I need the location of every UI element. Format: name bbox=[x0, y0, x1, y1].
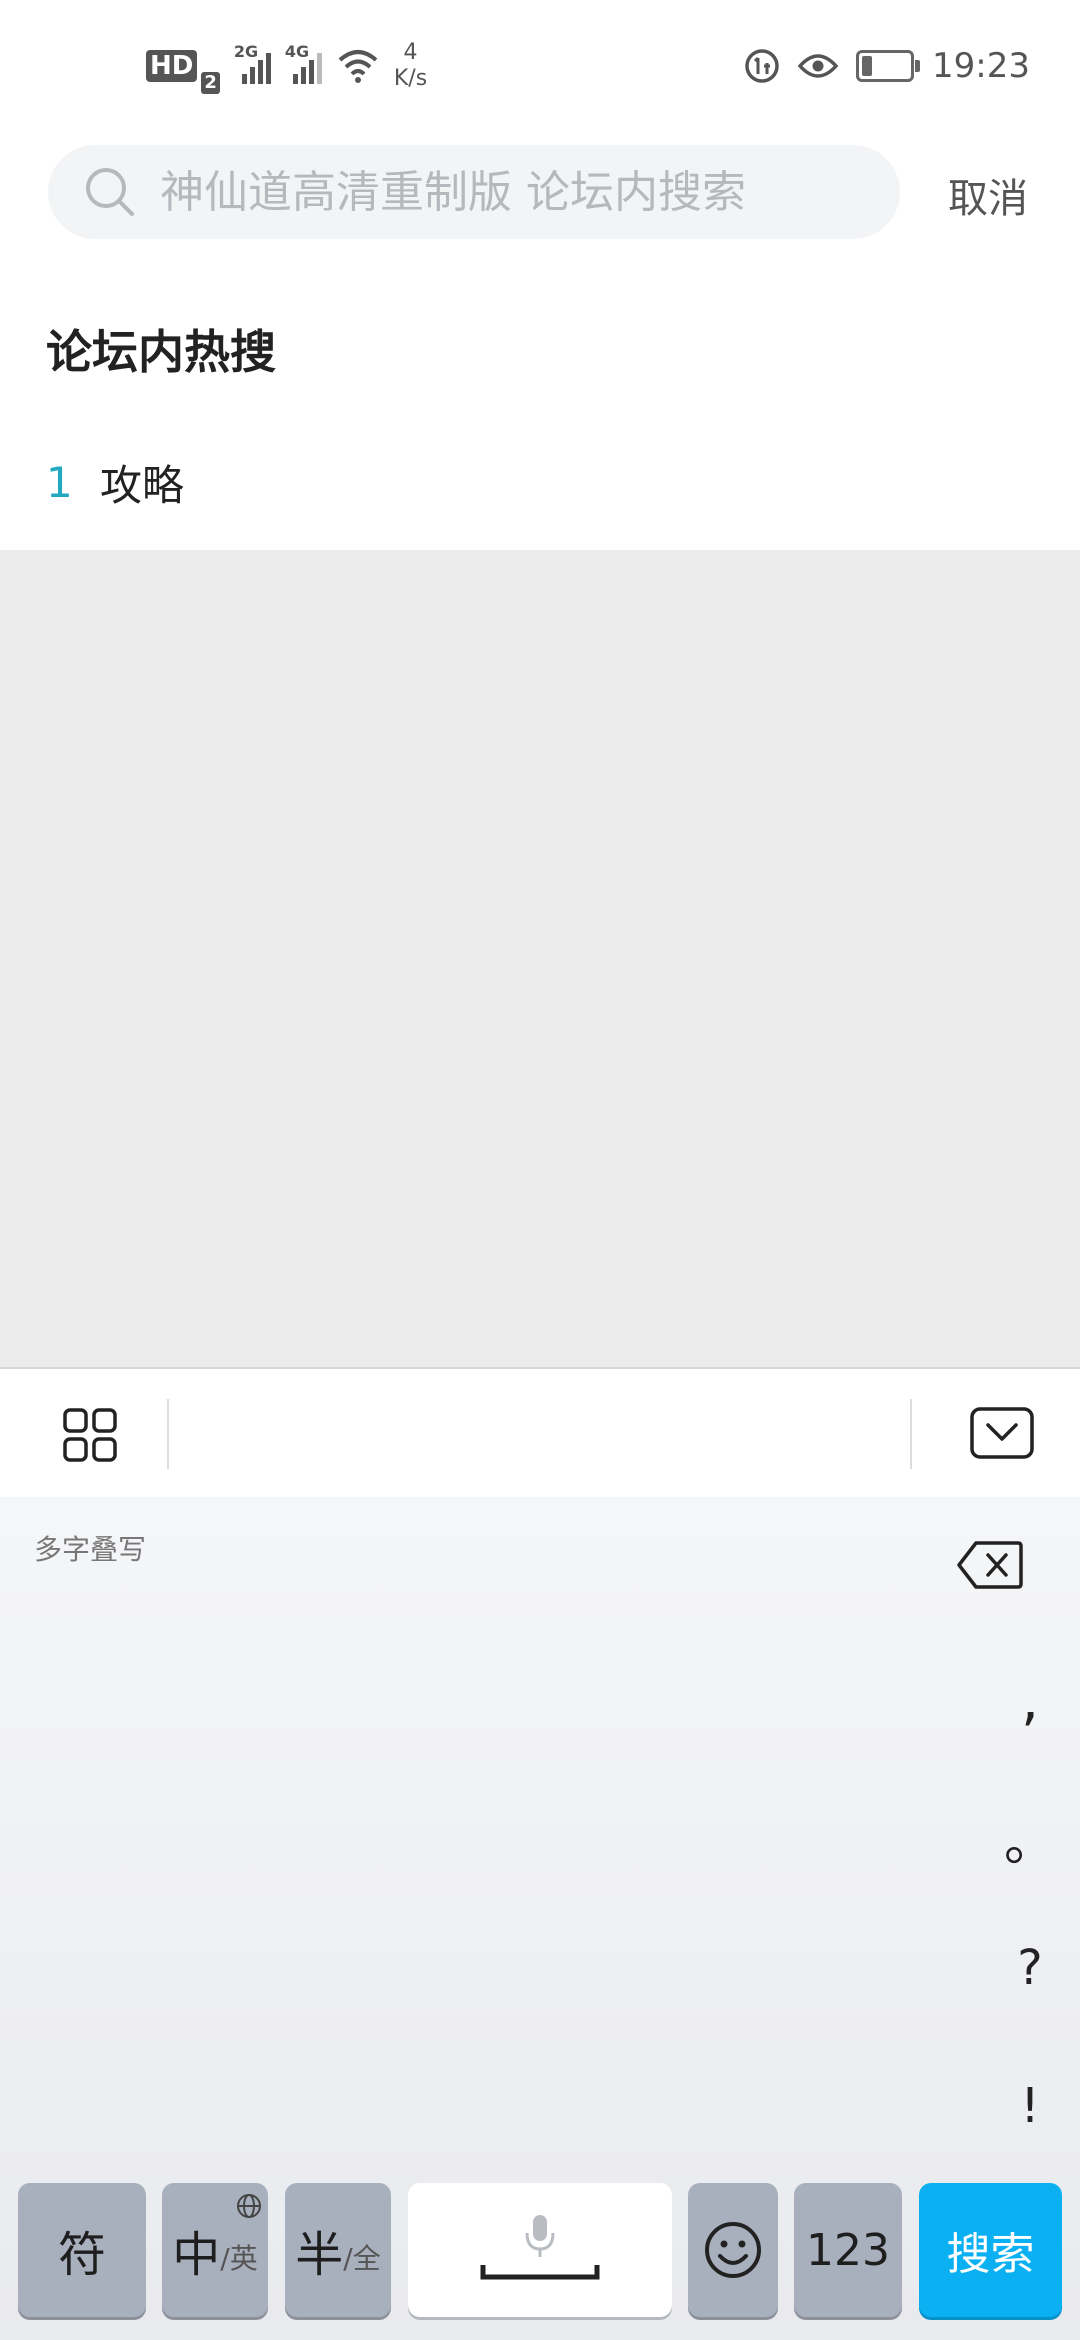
wifi-icon bbox=[338, 50, 378, 83]
network-speed: 4 K/s bbox=[393, 40, 428, 91]
signal-2g-icon: 2G bbox=[234, 42, 271, 84]
globe-icon bbox=[237, 2194, 261, 2218]
space-key[interactable] bbox=[408, 2183, 672, 2317]
symbol-key[interactable]: 符 bbox=[18, 2183, 146, 2317]
toolbar-divider bbox=[910, 1399, 912, 1469]
question-key[interactable]: ? bbox=[980, 1940, 1080, 1996]
half-full-width-key[interactable]: 半 /全 bbox=[285, 2183, 391, 2317]
search-submit-key[interactable]: 搜索 bbox=[919, 2183, 1062, 2317]
hot-search-rank: 1 bbox=[46, 458, 73, 507]
handwriting-mode-label: 多字叠写 bbox=[34, 1533, 147, 1566]
microphone-icon bbox=[480, 2215, 600, 2280]
backspace-icon[interactable] bbox=[956, 1540, 1024, 1590]
status-left: HD 2 2G 4G 4 K/s bbox=[146, 38, 427, 94]
numbers-key[interactable]: 123 bbox=[794, 2183, 902, 2317]
keyboard-menu-grid-icon[interactable] bbox=[62, 1407, 118, 1463]
sim-slot-badge: 2 bbox=[201, 72, 220, 94]
emoji-icon bbox=[705, 2222, 761, 2278]
search-input[interactable] bbox=[158, 165, 862, 219]
eye-comfort-icon bbox=[798, 54, 839, 78]
clock: 19:23 bbox=[932, 46, 1030, 86]
search-box[interactable] bbox=[48, 145, 900, 239]
language-switch-key[interactable]: 中 /英 bbox=[162, 2183, 268, 2317]
exclamation-key[interactable]: ! bbox=[980, 2078, 1080, 2134]
search-icon bbox=[86, 168, 134, 216]
data-saver-icon bbox=[745, 49, 779, 83]
toolbar-divider bbox=[167, 1399, 169, 1469]
signal-4g-icon: 4G bbox=[285, 42, 322, 84]
keyboard-toolbar bbox=[0, 1367, 1080, 1499]
emoji-key[interactable] bbox=[688, 2183, 778, 2317]
period-key[interactable]: 。 bbox=[980, 1800, 1080, 1875]
hot-search-item[interactable]: 1 攻略 bbox=[46, 452, 184, 513]
hot-search-text: 攻略 bbox=[100, 461, 185, 510]
hd-voice-icon: HD bbox=[146, 50, 198, 82]
cancel-button[interactable]: 取消 bbox=[948, 166, 1028, 224]
collapse-keyboard-icon[interactable] bbox=[970, 1407, 1034, 1459]
comma-key[interactable]: , bbox=[980, 1668, 1080, 1733]
status-right: 19:23 bbox=[744, 38, 1030, 94]
hot-search-title: 论坛内热搜 bbox=[46, 325, 276, 379]
battery-icon bbox=[856, 50, 921, 82]
